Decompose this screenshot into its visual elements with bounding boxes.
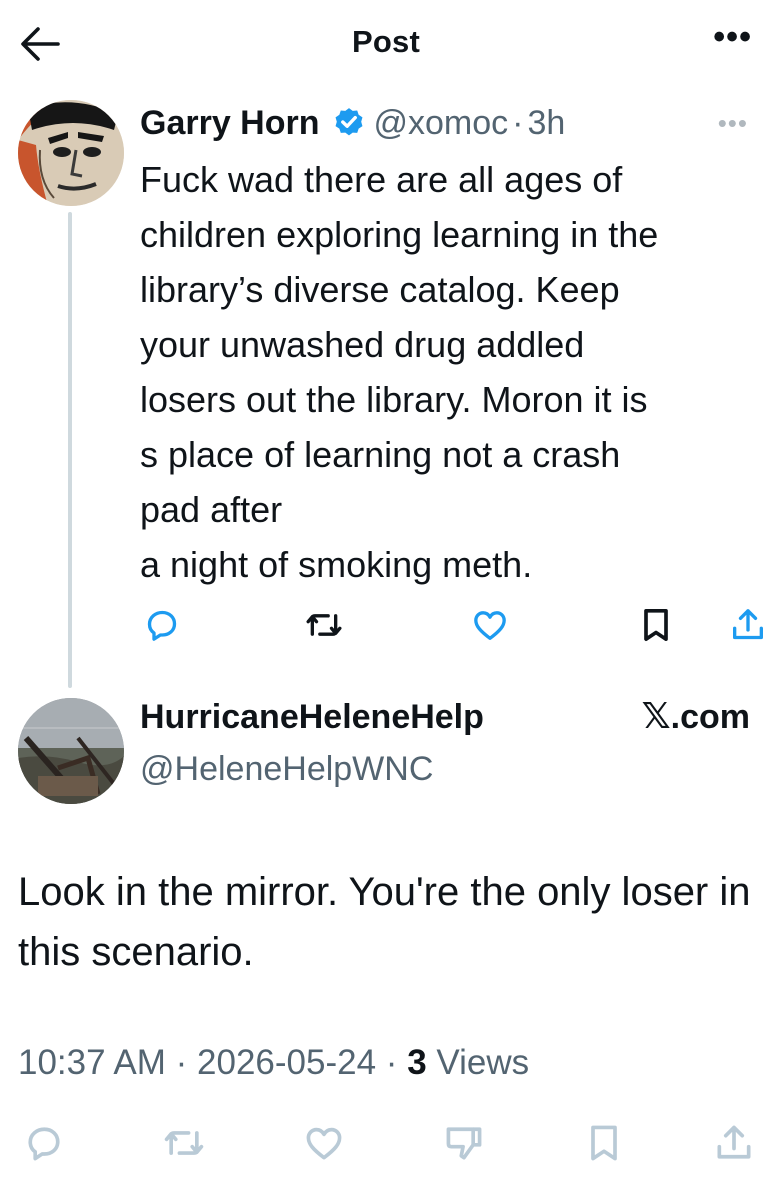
- views-count[interactable]: 3: [407, 1043, 426, 1082]
- tweet-time[interactable]: 3h: [527, 104, 565, 143]
- like-button[interactable]: [302, 1118, 346, 1168]
- like-icon: [306, 1127, 342, 1160]
- tweet-more-button[interactable]: •••: [718, 108, 748, 139]
- avatar[interactable]: [18, 698, 124, 804]
- bookmark-icon: [591, 1125, 617, 1161]
- tweet-time[interactable]: 10:37 AM: [18, 1043, 166, 1082]
- more-options-button[interactable]: •••: [713, 20, 752, 54]
- x-logo-icon: 𝕏: [641, 696, 671, 737]
- reply-button[interactable]: [140, 600, 184, 650]
- tweet-meta: 10:37 AM · 2026-05-24 · 3 Views: [18, 1038, 529, 1088]
- tweet-actions: [0, 1118, 772, 1174]
- tweet-author-row: Garry Horn @xomoc · 3h: [140, 98, 565, 148]
- retweet-icon: [164, 1131, 204, 1155]
- reply-icon: [147, 610, 177, 641]
- author-name[interactable]: HurricaneHeleneHelp: [140, 694, 484, 740]
- tweet-text: Fuck wad there are all ages of children …: [140, 159, 659, 585]
- separator-dot: ·: [512, 103, 524, 142]
- author-handle[interactable]: @xomoc: [374, 104, 509, 143]
- tweet-date[interactable]: 2026-05-24: [197, 1043, 376, 1082]
- bookmark-button[interactable]: [582, 1118, 626, 1168]
- share-icon: [733, 609, 763, 640]
- tweet-actions: [140, 600, 772, 652]
- source-suffix: .com: [670, 698, 750, 736]
- author-handle[interactable]: @HeleneHelpWNC: [140, 746, 433, 792]
- retweet-icon: [306, 614, 342, 636]
- share-button[interactable]: [712, 1118, 756, 1168]
- separator-dot: ·: [385, 1043, 398, 1082]
- page-title: Post: [352, 24, 420, 59]
- views-label: Views: [436, 1043, 530, 1082]
- dislike-icon: [446, 1127, 482, 1160]
- dislike-button[interactable]: [442, 1118, 486, 1168]
- thread-line: [68, 212, 72, 688]
- avatar-image: [18, 100, 124, 206]
- reply-icon: [28, 1127, 60, 1161]
- author-name[interactable]: Garry Horn: [140, 104, 320, 143]
- source-label: 𝕏 .com: [642, 694, 750, 740]
- share-button[interactable]: [726, 600, 770, 650]
- reply-button[interactable]: [22, 1118, 66, 1168]
- separator-dot: ·: [175, 1043, 188, 1082]
- verified-badge-icon: [335, 108, 362, 136]
- share-icon: [717, 1125, 751, 1159]
- bookmark-icon: [644, 609, 668, 641]
- retweet-button[interactable]: [302, 600, 346, 650]
- retweet-button[interactable]: [162, 1118, 206, 1168]
- bookmark-button[interactable]: [634, 600, 678, 650]
- avatar[interactable]: [18, 100, 124, 206]
- like-icon: [474, 611, 506, 640]
- like-button[interactable]: [468, 600, 512, 650]
- tweet-text: Look in the mirror. You're the only lose…: [18, 870, 751, 974]
- avatar-image: [18, 698, 124, 804]
